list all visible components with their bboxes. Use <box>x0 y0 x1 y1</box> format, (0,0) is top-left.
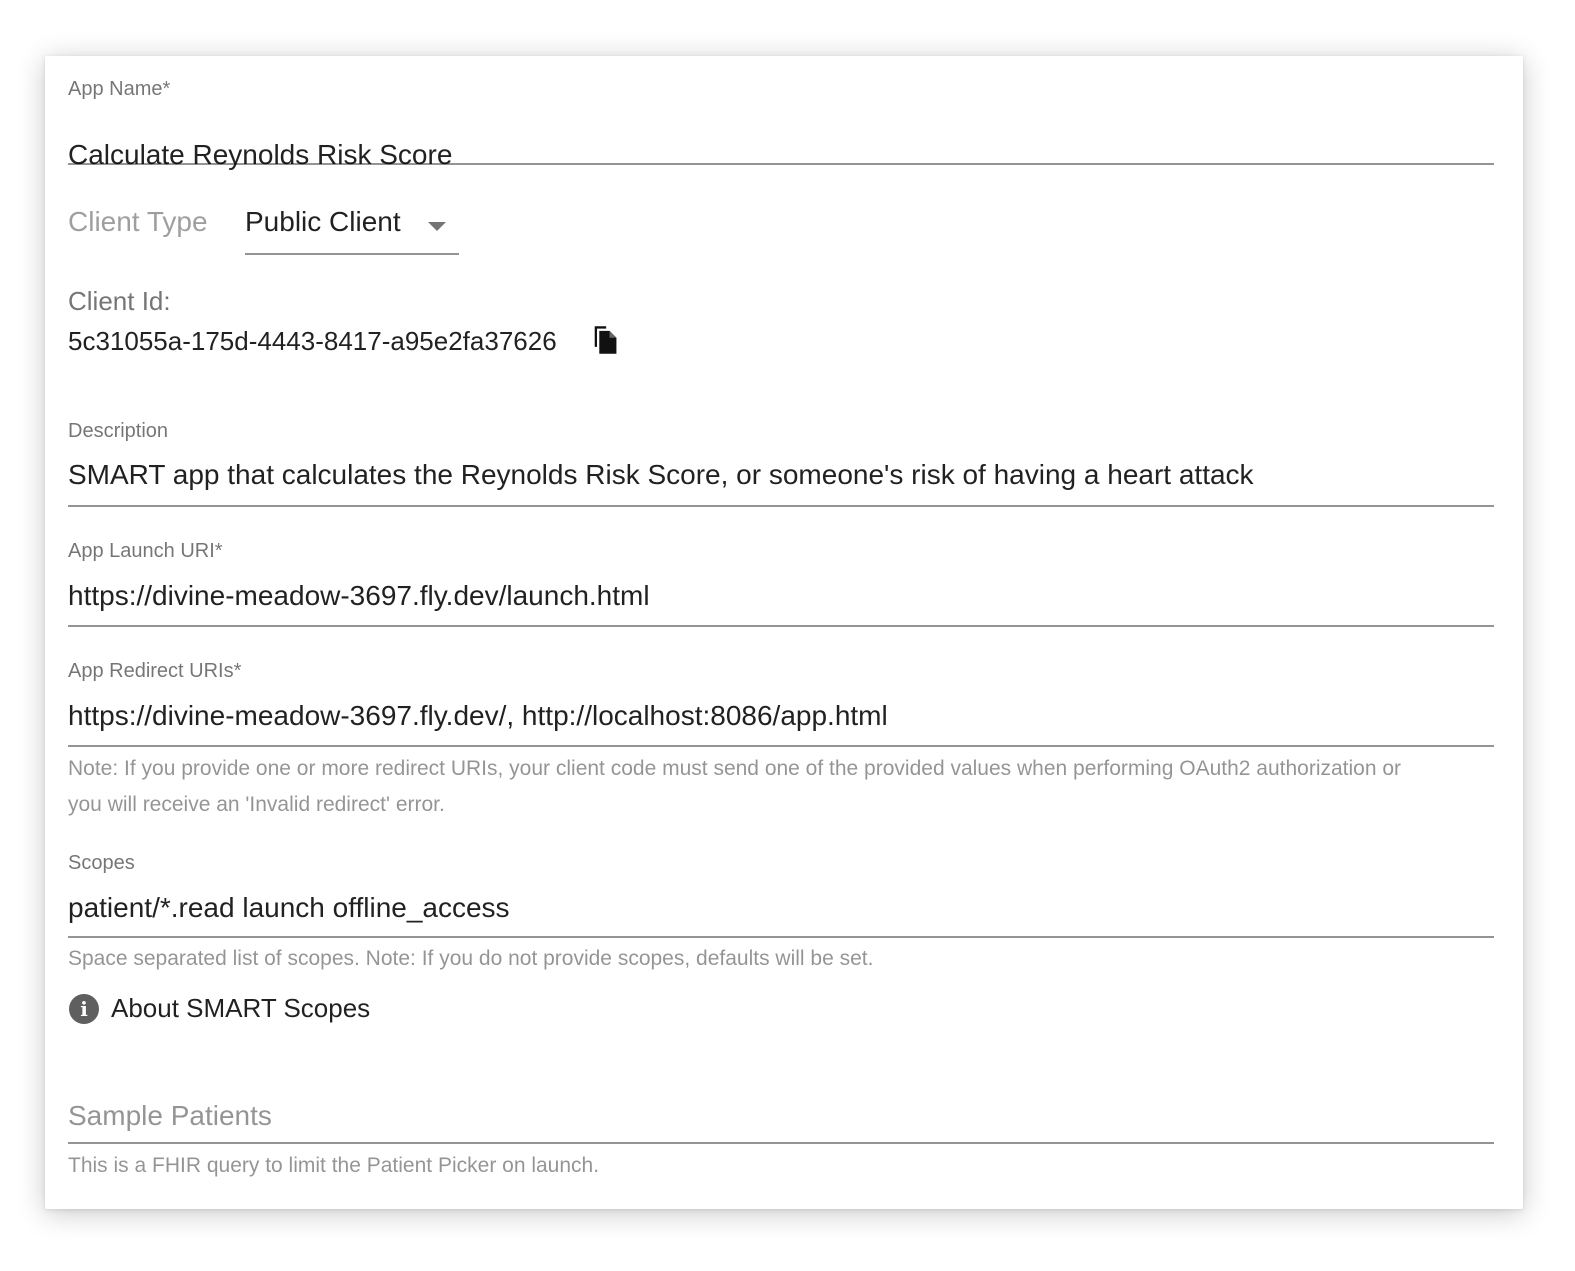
description-underline <box>68 505 1494 507</box>
launch-uri-underline <box>68 625 1494 627</box>
client-type-select[interactable]: Public Client <box>245 198 459 256</box>
client-type-value: Public Client <box>245 206 401 237</box>
sample-patients-helper: This is a FHIR query to limit the Patien… <box>68 1154 600 1177</box>
launch-uri-label: App Launch URI* <box>68 540 223 562</box>
launch-uri-input[interactable] <box>68 577 1494 615</box>
sample-patients-underline <box>68 1142 1494 1144</box>
client-id-label: Client Id: <box>68 286 171 316</box>
scopes-input[interactable] <box>68 889 1494 927</box>
redirect-uris-helper: Note: If you provide one or more redirec… <box>68 757 1402 816</box>
info-icon: i <box>69 994 99 1024</box>
chevron-down-icon <box>428 222 446 231</box>
app-name-underline <box>68 163 1494 165</box>
client-type-underline <box>245 253 459 255</box>
redirect-uris-underline <box>68 745 1494 747</box>
client-type-label: Client Type <box>68 206 208 237</box>
copy-icon[interactable] <box>591 324 619 356</box>
description-label: Description <box>68 420 169 442</box>
about-smart-scopes-link[interactable]: i About SMART Scopes <box>69 993 389 1025</box>
app-name-input[interactable] <box>68 136 1494 174</box>
description-input[interactable] <box>68 456 1494 494</box>
redirect-uris-input[interactable] <box>68 697 1494 735</box>
scopes-helper: Space separated list of scopes. Note: If… <box>68 947 874 970</box>
client-id-value: 5c31055a-175d-4443-8417-a95e2fa37626 <box>68 326 557 356</box>
app-name-label: App Name* <box>68 78 171 100</box>
scopes-underline <box>68 936 1494 938</box>
sample-patients-input[interactable] <box>68 1096 1494 1136</box>
scopes-label: Scopes <box>68 852 135 874</box>
about-smart-scopes-label: About SMART Scopes <box>111 993 371 1023</box>
redirect-uris-label: App Redirect URIs* <box>68 660 242 682</box>
app-settings-card: App Name* Client Type Public Client Clie… <box>45 56 1523 1209</box>
